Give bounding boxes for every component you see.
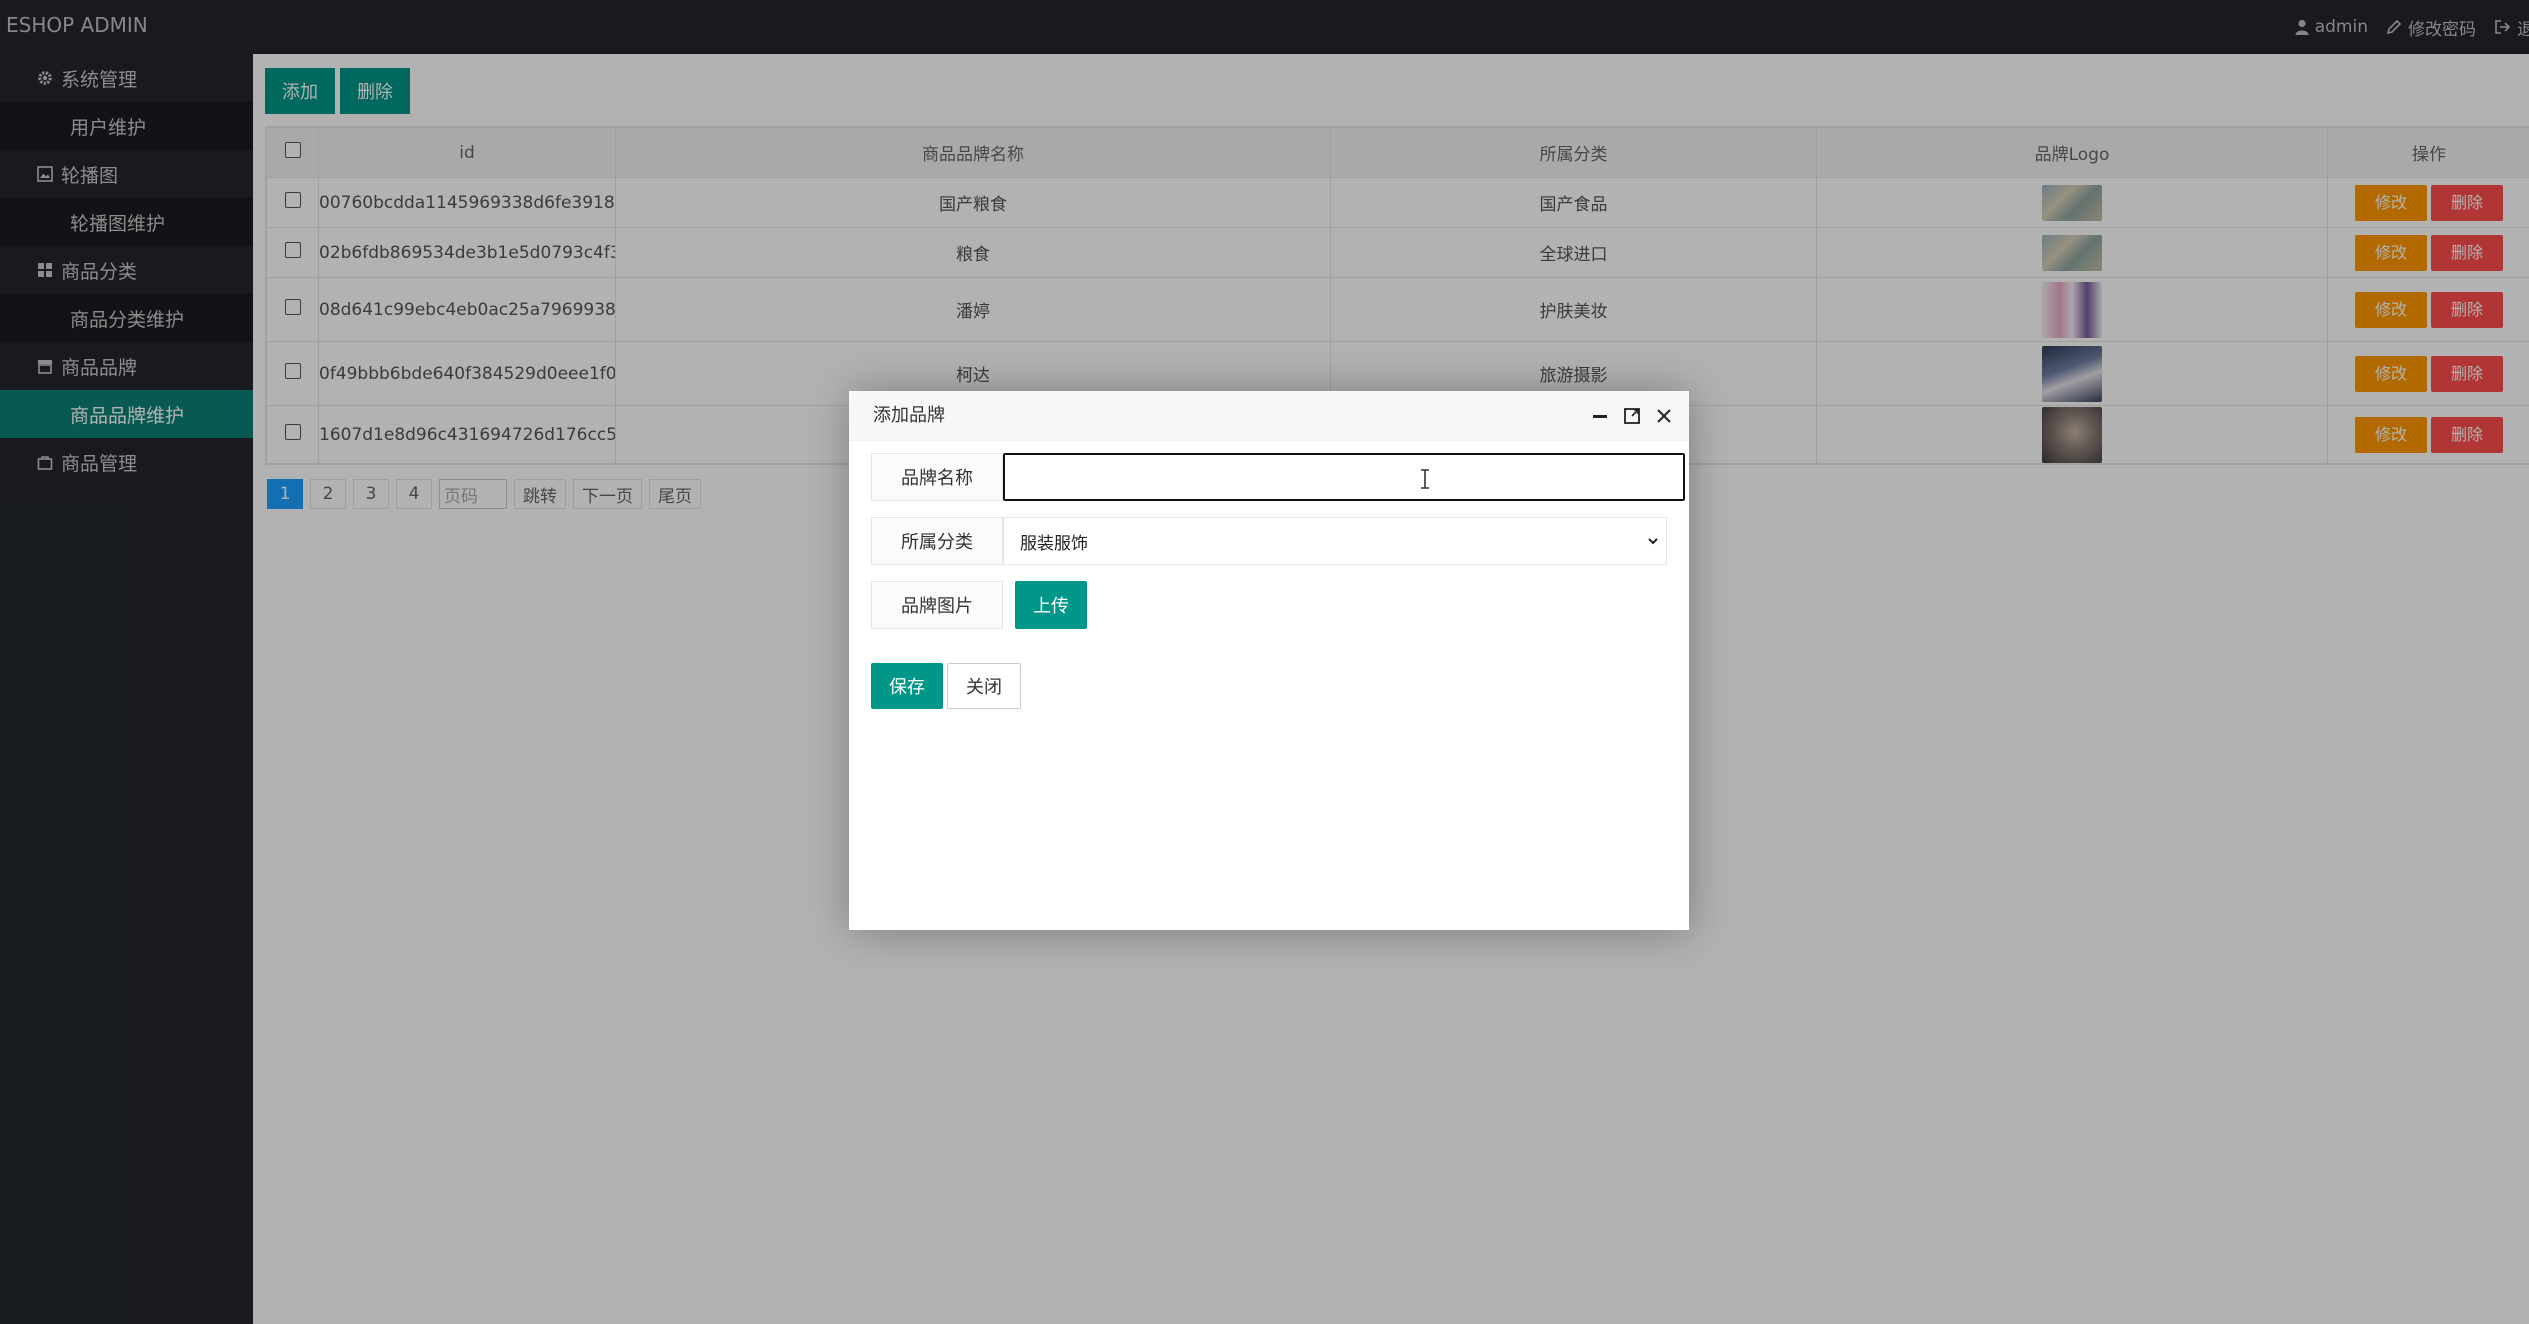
category-selected-value: 服装服饰 xyxy=(1020,533,1088,554)
maximize-icon[interactable] xyxy=(1623,407,1641,425)
dialog-controls xyxy=(1577,391,1673,441)
close-icon[interactable] xyxy=(1655,407,1673,425)
category-select[interactable]: 服装服饰 xyxy=(1003,517,1667,565)
add-brand-dialog: 添加品牌 品牌名称 所属分类 服装服饰 品牌图片 上传 保存 关闭 xyxy=(849,391,1689,930)
brand-name-row: 品牌名称 xyxy=(871,453,1685,501)
text-cursor-icon xyxy=(1421,469,1429,489)
category-row: 所属分类 服装服饰 xyxy=(871,517,1667,565)
dialog-title: 添加品牌 xyxy=(873,405,945,426)
category-label: 所属分类 xyxy=(871,517,1003,565)
brand-image-row: 品牌图片 上传 xyxy=(871,581,1087,629)
form-actions: 保存 关闭 xyxy=(871,663,1021,709)
minimize-icon[interactable] xyxy=(1591,407,1609,425)
save-button[interactable]: 保存 xyxy=(871,663,943,709)
brand-name-label: 品牌名称 xyxy=(871,453,1003,501)
dialog-titlebar: 添加品牌 xyxy=(849,391,1689,441)
chevron-down-icon xyxy=(1648,538,1658,545)
brand-name-input[interactable] xyxy=(1003,453,1685,501)
brand-image-label: 品牌图片 xyxy=(871,581,1003,629)
close-button[interactable]: 关闭 xyxy=(947,663,1021,709)
upload-button[interactable]: 上传 xyxy=(1015,581,1087,629)
